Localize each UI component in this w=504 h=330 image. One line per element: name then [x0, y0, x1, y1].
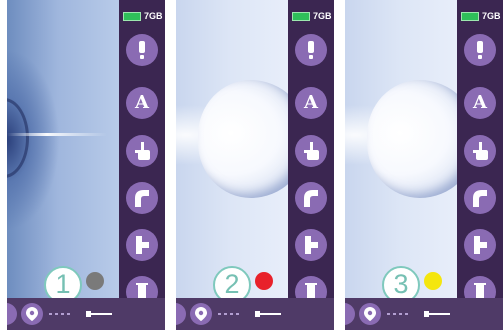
camera-screen-3: 3 7GB A: [345, 0, 503, 330]
pointing-hand-icon: [135, 142, 150, 160]
status-dot: [255, 272, 273, 290]
light-glint: [7, 133, 107, 136]
tool-sidebar: 7GB A: [119, 0, 165, 330]
location-pin-icon: [364, 307, 376, 321]
battery-icon: [461, 12, 479, 21]
text-A-icon: A: [304, 92, 318, 113]
elbow-button[interactable]: [126, 182, 158, 214]
dashed-line-icon: [387, 313, 408, 315]
location-button[interactable]: [190, 303, 212, 325]
storage-label: 7GB: [313, 11, 332, 21]
tee-button[interactable]: [464, 229, 496, 261]
text-button[interactable]: A: [464, 87, 496, 119]
alert-button[interactable]: [126, 34, 158, 66]
probe-icon: [255, 311, 281, 317]
alert-button[interactable]: [295, 34, 327, 66]
bottom-button-left[interactable]: [7, 303, 17, 325]
elbow-button[interactable]: [295, 182, 327, 214]
battery-icon: [123, 12, 141, 21]
point-button[interactable]: [295, 135, 327, 167]
camera-screen-1: 1 7GB A: [7, 0, 165, 330]
storage-label: 7GB: [482, 11, 501, 21]
bottom-button-left[interactable]: [345, 303, 355, 325]
tee-pipe-icon: [136, 236, 149, 254]
location-button[interactable]: [21, 303, 43, 325]
bottom-bar: [7, 298, 165, 330]
pointing-hand-icon: [304, 142, 319, 160]
text-button[interactable]: A: [126, 87, 158, 119]
pipe-ring: [7, 98, 29, 178]
elbow-button[interactable]: [464, 182, 496, 214]
tee-button[interactable]: [126, 229, 158, 261]
pointing-hand-icon: [473, 142, 488, 160]
bottom-bar: [176, 298, 334, 330]
elbow-pipe-icon: [473, 190, 487, 207]
camera-view: [176, 0, 288, 298]
alert-icon: [477, 41, 483, 59]
pipe-dome: [367, 80, 457, 198]
dashed-line-icon: [49, 313, 70, 315]
alert-icon: [139, 41, 145, 59]
pipe-dome: [198, 80, 288, 198]
tee-button[interactable]: [295, 229, 327, 261]
text-A-icon: A: [135, 92, 149, 113]
alert-icon: [308, 41, 314, 59]
probe-icon: [424, 311, 450, 317]
text-button[interactable]: A: [295, 87, 327, 119]
camera-view: [7, 0, 119, 298]
tee-pipe-icon: [474, 236, 487, 254]
alert-button[interactable]: [464, 34, 496, 66]
location-pin-icon: [26, 307, 38, 321]
dashed-line-icon: [218, 313, 239, 315]
point-button[interactable]: [464, 135, 496, 167]
storage-label: 7GB: [144, 11, 163, 21]
status-dot: [424, 272, 442, 290]
tool-sidebar: 7GB A: [457, 0, 503, 330]
status-dot: [86, 272, 104, 290]
camera-screen-2: 2 7GB A: [176, 0, 334, 330]
bottom-button-left[interactable]: [176, 303, 186, 325]
location-button[interactable]: [359, 303, 381, 325]
text-A-icon: A: [473, 92, 487, 113]
elbow-pipe-icon: [135, 190, 149, 207]
tool-sidebar: 7GB A: [288, 0, 334, 330]
camera-view: [345, 0, 457, 298]
bottom-bar: [345, 298, 503, 330]
probe-icon: [86, 311, 112, 317]
point-button[interactable]: [126, 135, 158, 167]
battery-icon: [292, 12, 310, 21]
tee-pipe-icon: [305, 236, 318, 254]
location-pin-icon: [195, 307, 207, 321]
elbow-pipe-icon: [304, 190, 318, 207]
